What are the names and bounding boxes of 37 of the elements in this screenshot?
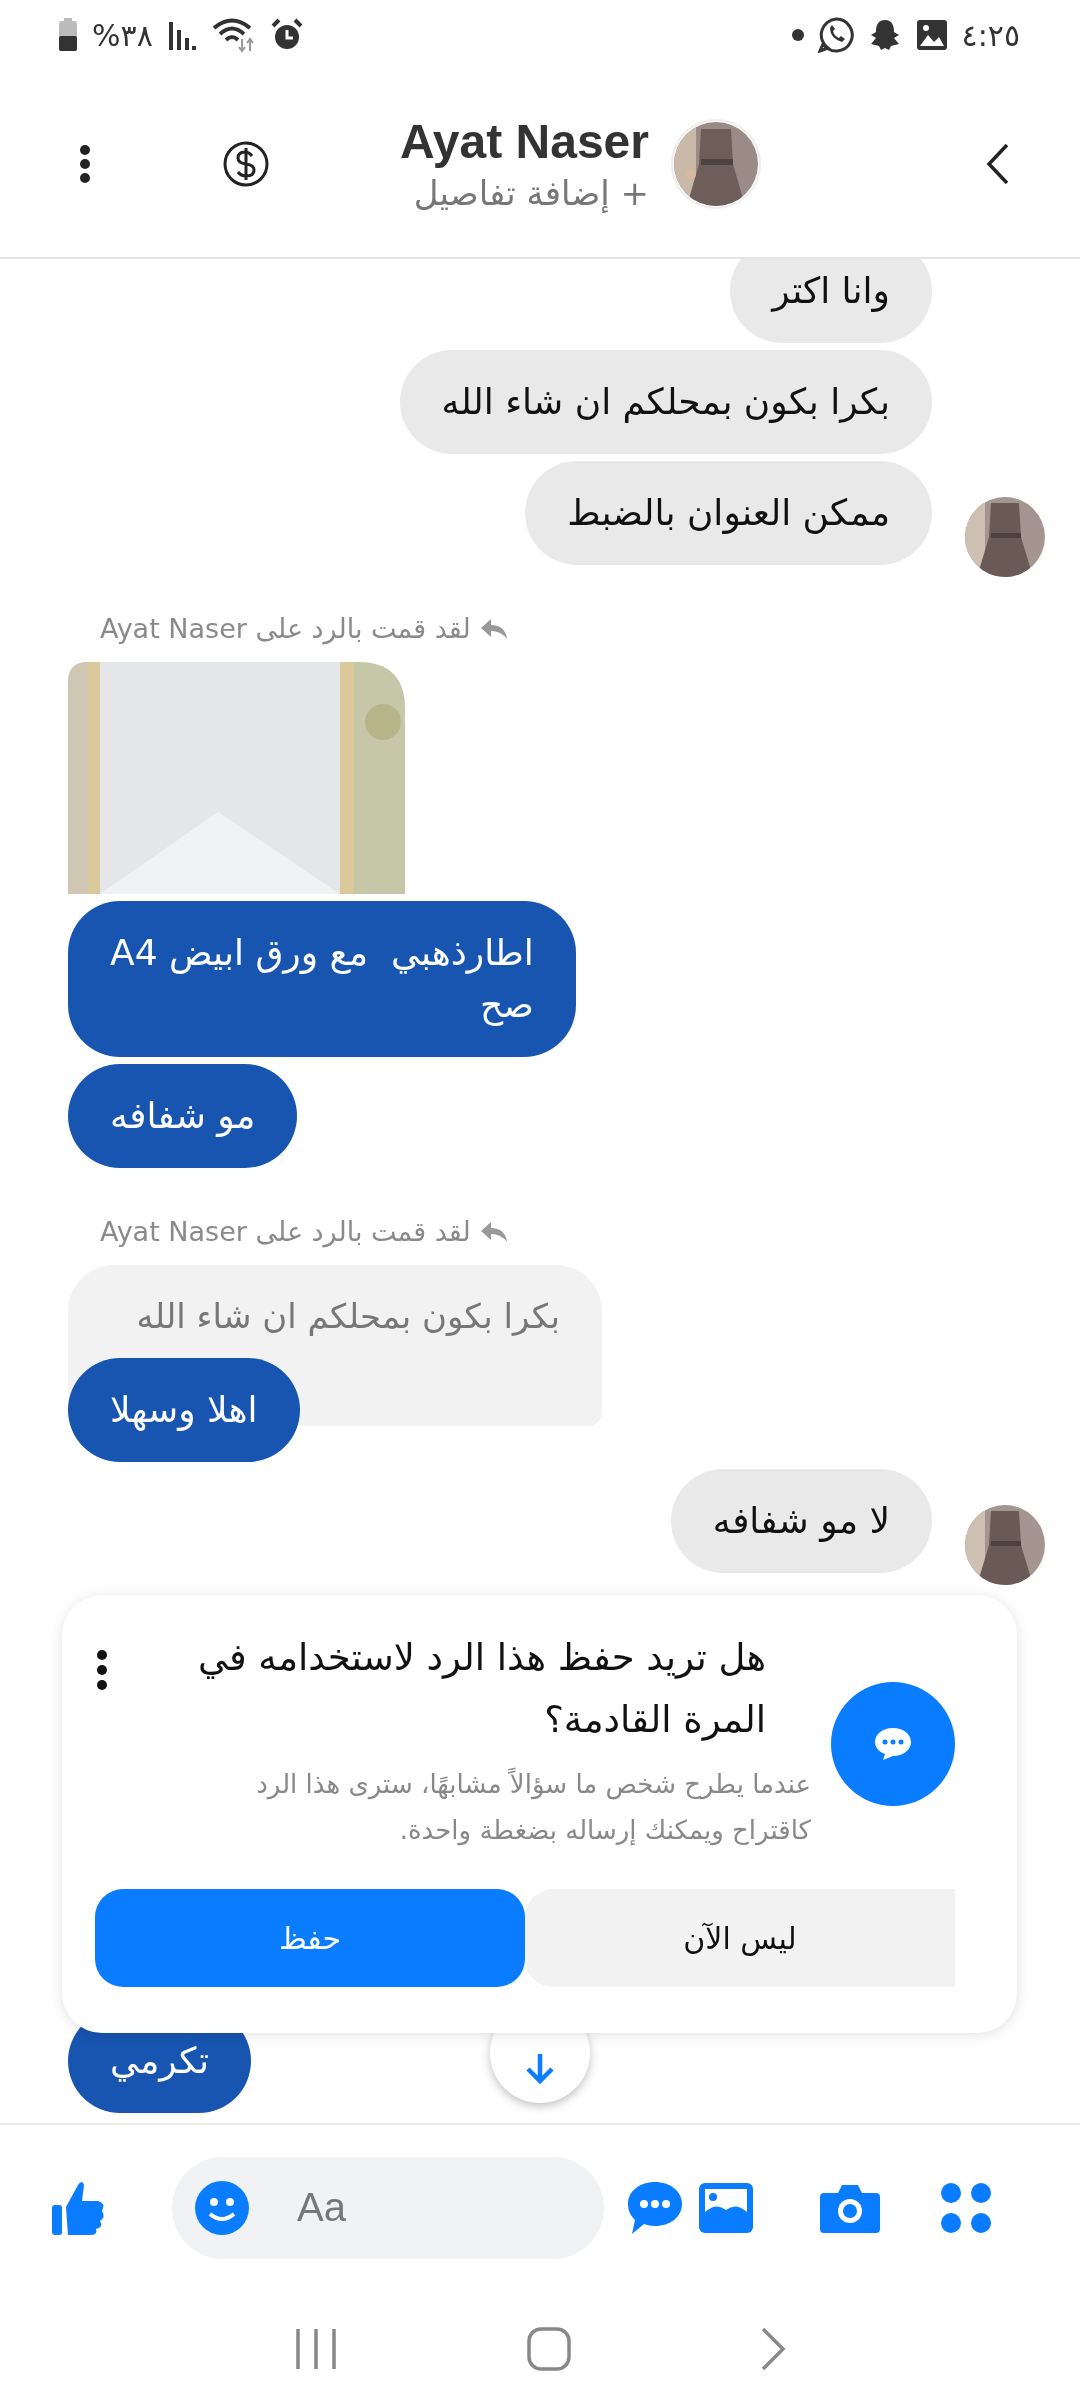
apps-icon[interactable] [940,2181,992,2234]
back-icon[interactable] [986,141,1010,186]
save-button[interactable]: حفظ [95,1889,525,1987]
message-bubble[interactable]: ممكن العنوان بالضبط [525,461,932,565]
back-nav-icon[interactable] [760,2326,786,2372]
more-options-icon[interactable] [78,143,92,184]
gallery-icon [915,19,948,51]
message-bubble[interactable]: مو شفافه [68,1064,298,1168]
more-options-icon[interactable] [95,1649,109,1691]
battery-percent: %٣٨ [92,17,153,53]
dollar-icon[interactable] [222,139,270,188]
battery-icon [58,18,78,52]
camera-icon[interactable] [820,2182,880,2233]
message-bubble[interactable]: اطارذهبي مع ورق ابيض A4 صح [68,901,576,1057]
message-bubble[interactable]: وانا اكتر [730,259,932,343]
message-bubble[interactable]: بكرا بكون بمحلكم ان شاء الله [399,350,932,454]
message-bubble[interactable]: لا مو شفافه [670,1469,932,1573]
phone-bubble-icon [817,17,854,53]
add-details-link[interactable]: + إضافة تفاصيل [270,173,649,213]
not-now-button[interactable]: ليس الآن [525,1889,955,1987]
chat-bubble-icon[interactable] [626,2179,684,2236]
reply-label: لقد قمت بالرد على Ayat Naser [100,613,471,644]
prompt-body: عندما يطرح شخص ما سؤالاً مشابهًا، سترى هذا الرد كاقتراح ويمكنك إرساله بضغطة واحدة. [255,1766,811,1848]
reply-label: لقد قمت بالرد على Ayat Naser [100,1216,471,1247]
recent-apps-icon[interactable] [294,2327,338,2371]
home-icon[interactable] [526,2326,572,2372]
gallery-icon[interactable] [698,2181,754,2234]
dot-icon [791,29,804,41]
arrow-down-icon [523,2051,557,2085]
contact-name[interactable]: Ayat Naser [270,114,649,169]
emoji-icon[interactable] [194,2179,250,2236]
message-input-field[interactable]: Aa [172,2156,604,2259]
prompt-title: هل تريد حفظ هذا الرد لاستخدامه في المرة القادمة؟ [197,1635,767,1743]
clock-time: ٤:٢٥ [961,17,1020,53]
alarm-icon [270,18,303,52]
message-bubble[interactable]: اهلا وسهلا [68,1358,300,1462]
wifi-icon [210,17,257,53]
